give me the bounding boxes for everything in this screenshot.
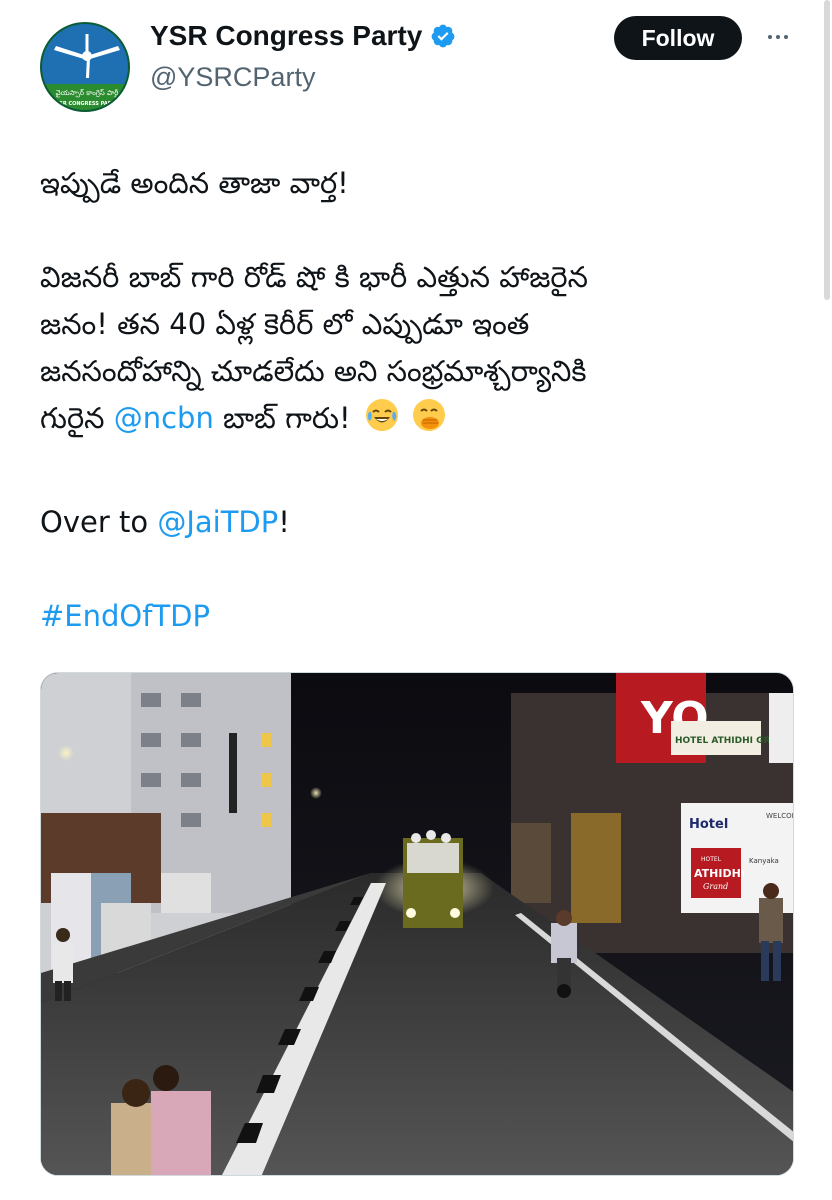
mention-jaitdp-link[interactable]: @JaiTDP [157,505,278,539]
tweet-line: జనసందోహాన్ని చూడలేదు అని సంభ్రమాశ్చర్యాన… [40,354,587,388]
tweet-line: Over to @JaiTDP! [40,499,800,546]
display-name[interactable]: YSR Congress Party [150,20,422,52]
sign-hotel-logo-main: ATHIDHI [694,867,745,880]
avatar-caption-telugu: వైయస్సార్ కాంగ్రెస్ పార్టీ [56,89,119,98]
text-segment: ! [278,505,290,539]
sign-welcome: WELCOME [766,812,794,820]
name-row: YSR Congress Party [150,20,456,52]
dot [768,35,772,39]
tweet-line: విజనరీ బాబ్ గారి రోడ్ షో కి భారీ ఎత్తున … [40,260,588,294]
tweet-line: గురైన @ncbn బాబ్ గారు! [40,395,800,442]
dot [784,35,788,39]
follow-button[interactable]: Follow [614,16,742,60]
more-options-icon[interactable] [760,22,796,52]
tweet-line: ఇప్పుడే అందిన తాజా వార్త! [40,166,349,200]
avatar-caption-english: YSR CONGRESS PARTY [55,101,119,107]
ysrcp-logo-icon: వైయస్సార్ కాంగ్రెస్ పార్టీ YSR CONGRESS … [42,24,128,110]
night-road-show-photo-icon: YO HOTEL ATHIDHI GRAND Hotel HOTEL ATHID… [41,673,794,1175]
sign-hotel-small: Hotel [689,817,728,832]
tweet-header: వైయస్సార్ కాంగ్రెస్ పార్టీ YSR CONGRESS … [40,16,810,112]
tweet-text: ఇప్పుడే అందిన తాజా వార్త! విజనరీ బాబ్ గా… [40,160,800,640]
text-segment: Over to [40,505,158,539]
avatar[interactable]: వైయస్సార్ కాంగ్రెస్ పార్టీ YSR CONGRESS … [40,22,130,112]
user-handle[interactable]: @YSRCParty [150,62,315,93]
mention-ncbn-link[interactable]: @ncbn [114,401,214,435]
text-segment: బాబ్ గారు! [213,401,351,435]
tears-of-joy-emoji-icon [365,399,398,431]
text-segment: గురైన [40,401,114,435]
tweet-photo[interactable]: YO HOTEL ATHIDHI GRAND Hotel HOTEL ATHID… [40,672,794,1176]
verified-badge-icon [431,24,455,48]
hand-over-mouth-emoji-icon [413,399,446,431]
sign-hotel-logo-sub: Grand [703,882,728,891]
scrollbar[interactable] [824,0,830,300]
hashtag-link[interactable]: #EndOfTDP [40,599,210,633]
sign-hotel-logo-top: HOTEL [701,856,722,863]
tweet-line: జనం! తన 40 ఏళ్ల కెరీర్ లో ఎప్పుడూ ఇంత [40,307,530,341]
dot [776,35,780,39]
sign-kanyaka: Kanyaka [749,857,779,865]
tweet-line: #EndOfTDP [40,593,800,640]
